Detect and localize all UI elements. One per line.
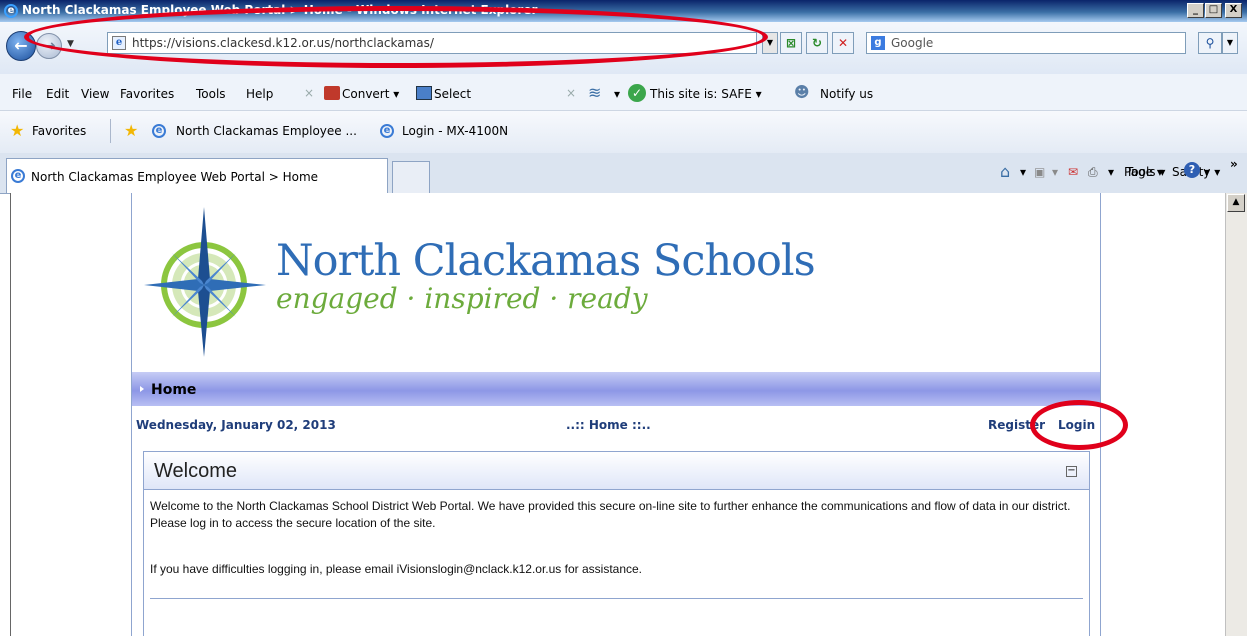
- favorites-divider: [110, 119, 111, 143]
- welcome-paragraph-2: If you have difficulties logging in, ple…: [150, 562, 643, 576]
- url-input[interactable]: https://visions.clackesd.k12.or.us/north…: [132, 36, 434, 50]
- logo-title: North Clackamas Schools: [276, 236, 816, 286]
- menu-favorites[interactable]: Favorites: [120, 87, 174, 101]
- minimize-module-icon[interactable]: −: [1066, 466, 1077, 477]
- help-dropdown-icon[interactable]: ▾: [1204, 165, 1210, 179]
- chevron-more-icon[interactable]: »: [1230, 157, 1238, 171]
- tools-label: Tools: [1126, 165, 1156, 179]
- tab-ie-icon: e: [11, 169, 25, 183]
- menu-help[interactable]: Help: [246, 87, 273, 101]
- print-dropdown-icon[interactable]: ▾: [1108, 165, 1114, 179]
- select-button[interactable]: Select: [434, 87, 471, 101]
- back-button[interactable]: ←: [6, 31, 36, 61]
- ie-icon: e: [4, 4, 18, 18]
- search-box[interactable]: g Google: [866, 32, 1186, 54]
- search-button[interactable]: ⚲: [1198, 32, 1222, 54]
- convert-icon: [324, 86, 340, 100]
- address-toolbar: ← → ▼ e https://visions.clackesd.k12.or.…: [0, 22, 1247, 74]
- refresh-icon: ↻: [811, 36, 823, 50]
- close-button[interactable]: X: [1225, 3, 1242, 18]
- welcome-module-header: Welcome −: [144, 452, 1089, 490]
- minimize-button[interactable]: _: [1187, 3, 1204, 18]
- ie-page-icon: e: [152, 124, 166, 138]
- menu-bar: File Edit View Favorites Tools Help × Co…: [0, 74, 1247, 111]
- print-icon[interactable]: ⎙: [1088, 165, 1098, 180]
- welcome-title: Welcome: [154, 460, 237, 482]
- address-dropdown-button[interactable]: ▼: [762, 32, 778, 54]
- arrow-left-icon: ←: [14, 36, 28, 55]
- compatibility-view-button[interactable]: ⊠: [780, 32, 802, 54]
- portal-nav-bar: Home: [132, 372, 1100, 406]
- convert-label: Convert: [342, 87, 390, 101]
- window-title: North Clackamas Employee Web Portal > Ho…: [22, 3, 538, 17]
- mail-icon[interactable]: ✉: [1068, 165, 1078, 179]
- nav-pointer-icon: [140, 386, 144, 392]
- favorite-link-portal[interactable]: North Clackamas Employee ...: [176, 124, 357, 138]
- forward-button[interactable]: →: [36, 33, 62, 59]
- scroll-up-button[interactable]: ▲: [1227, 194, 1245, 212]
- close-toolbar-icon-2[interactable]: ×: [566, 86, 576, 100]
- window-title-bar[interactable]: e North Clackamas Employee Web Portal > …: [0, 0, 1247, 22]
- search-options-dropdown[interactable]: ▼: [1222, 32, 1238, 54]
- tab-portal-home[interactable]: e North Clackamas Employee Web Portal > …: [6, 158, 388, 193]
- menu-view[interactable]: View: [81, 87, 109, 101]
- safe-check-icon: ✓: [628, 84, 646, 102]
- select-icon: [416, 86, 432, 100]
- favorites-button[interactable]: Favorites: [32, 124, 86, 138]
- register-link[interactable]: Register: [988, 418, 1045, 432]
- maximize-button[interactable]: □: [1205, 3, 1222, 18]
- people-icon: ☻: [794, 83, 810, 101]
- current-date: Wednesday, January 02, 2013: [136, 418, 336, 432]
- vertical-scrollbar[interactable]: [1225, 193, 1247, 636]
- compatibility-icon: ⊠: [785, 36, 797, 50]
- wifi-icon[interactable]: ≋: [588, 83, 601, 102]
- menu-edit[interactable]: Edit: [46, 87, 69, 101]
- tools-menu-button[interactable]: Tools ▾: [1126, 165, 1165, 179]
- login-link[interactable]: Login: [1058, 418, 1095, 432]
- tab-bar: e North Clackamas Employee Web Portal > …: [0, 153, 1247, 194]
- new-tab-button[interactable]: [392, 161, 430, 193]
- compass-logo-icon: [144, 207, 266, 357]
- arrow-right-icon: →: [42, 36, 56, 55]
- search-input[interactable]: Google: [891, 36, 933, 50]
- stop-button[interactable]: ✕: [832, 32, 854, 54]
- page-icon: e: [112, 36, 126, 50]
- feeds-icon[interactable]: ▣: [1034, 165, 1045, 179]
- refresh-button[interactable]: ↻: [806, 32, 828, 54]
- feeds-dropdown-icon[interactable]: ▾: [1052, 165, 1058, 179]
- home-dropdown-icon[interactable]: ▾: [1020, 165, 1026, 179]
- favorite-link-login[interactable]: Login - MX-4100N: [402, 124, 508, 138]
- add-favorite-icon[interactable]: ★: [124, 121, 138, 140]
- convert-button[interactable]: Convert ▾: [342, 87, 399, 101]
- home-icon[interactable]: ⌂: [1000, 162, 1010, 181]
- help-icon[interactable]: ?: [1184, 162, 1200, 178]
- site-safety-button[interactable]: This site is: SAFE ▾: [650, 87, 762, 101]
- tab-label: North Clackamas Employee Web Portal > Ho…: [31, 170, 319, 184]
- notify-button[interactable]: Notify us: [820, 87, 873, 101]
- logo-tagline: engaged · inspired · ready: [276, 282, 648, 315]
- google-icon: g: [871, 36, 885, 50]
- safe-label: This site is: SAFE: [650, 87, 752, 101]
- breadcrumb: ..:: Home ::..: [566, 418, 651, 432]
- address-bar[interactable]: e https://visions.clackesd.k12.or.us/nor…: [107, 32, 757, 54]
- ie-page-icon-2: e: [380, 124, 394, 138]
- menu-tools[interactable]: Tools: [196, 87, 226, 101]
- menu-file[interactable]: File: [12, 87, 32, 101]
- nav-home-link[interactable]: Home: [151, 382, 196, 398]
- wifi-dropdown-icon[interactable]: ▾: [614, 87, 620, 101]
- history-dropdown-icon[interactable]: ▼: [67, 39, 74, 49]
- stop-icon: ✕: [837, 36, 849, 50]
- close-toolbar-icon[interactable]: ×: [304, 86, 314, 100]
- module-divider: [150, 598, 1083, 599]
- welcome-paragraph-1: Welcome to the North Clackamas School Di…: [150, 499, 1071, 530]
- favorites-star-icon: ★: [10, 121, 25, 140]
- search-icon: ⚲: [1205, 36, 1215, 50]
- favorites-bar: ★ Favorites ★ e North Clackamas Employee…: [0, 111, 1247, 154]
